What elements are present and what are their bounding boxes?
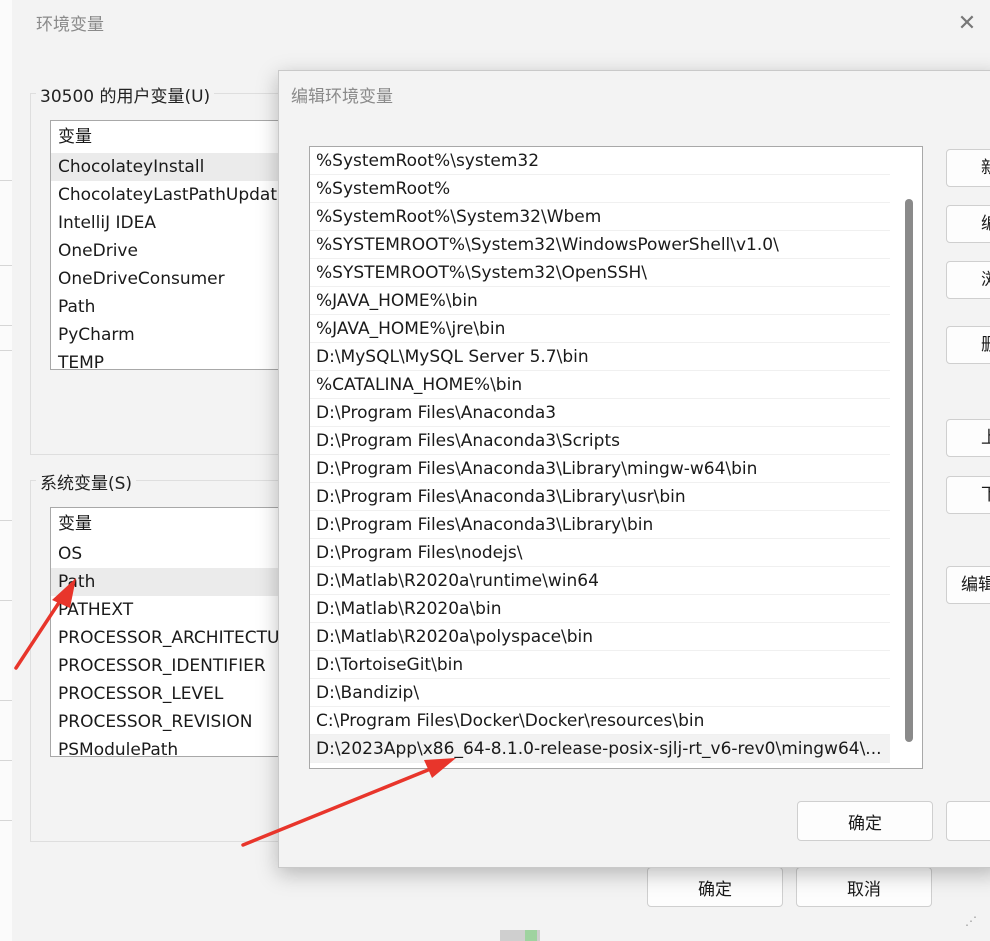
path-entry[interactable]: D:\Program Files\Anaconda3\Scripts [310, 427, 890, 455]
edit-button[interactable]: 编 [946, 205, 990, 243]
user-variable-row[interactable]: PyCharm [51, 321, 311, 349]
path-entry[interactable]: D:\Program Files\Anaconda3 [310, 399, 890, 427]
path-list-scrollbar[interactable] [901, 147, 921, 767]
env-dialog-title: 环境变量 [36, 15, 104, 35]
system-variable-row[interactable]: PROCESSOR_ARCHITECTU [51, 624, 311, 652]
user-variable-row[interactable]: TEMP [51, 349, 311, 369]
edit-ok-button[interactable]: 确定 [797, 801, 933, 841]
edit-dialog-title: 编辑环境变量 [291, 87, 393, 107]
user-variable-row[interactable]: ChocolateyInstall [51, 153, 311, 181]
path-entry[interactable]: D:\Matlab\R2020a\runtime\win64 [310, 567, 890, 595]
user-variables-list[interactable]: 变量 ChocolateyInstall ChocolateyLastPathUp… [50, 120, 312, 370]
scrollbar-thumb[interactable] [905, 199, 913, 742]
delete-button[interactable]: 删 [946, 326, 990, 364]
path-entry[interactable]: %SystemRoot%\System32\Wbem [310, 203, 890, 231]
path-entry[interactable]: D:\Matlab\R2020a\polyspace\bin [310, 623, 890, 651]
path-entry[interactable]: D:\Program Files\nodejs\ [310, 539, 890, 567]
system-variable-row[interactable]: PROCESSOR_IDENTIFIER [51, 652, 311, 680]
system-variable-row[interactable]: OS [51, 540, 311, 568]
path-entry[interactable]: D:\TortoiseGit\bin [310, 651, 890, 679]
taskbar-indicator [525, 930, 537, 941]
system-variables-list[interactable]: 变量 OS Path PATHEXT PROCESSOR_ARCHITECTU PROC… [50, 507, 312, 757]
path-entry[interactable]: %SystemRoot%\system32 [310, 147, 890, 175]
system-variable-row[interactable]: PATHEXT [51, 596, 311, 624]
path-entry[interactable]: %SystemRoot% [310, 175, 890, 203]
system-variables-label: 系统变量(S) [36, 469, 137, 494]
system-variables-header[interactable]: 变量 [51, 508, 311, 540]
system-variable-row[interactable]: PROCESSOR_REVISION [51, 708, 311, 736]
path-entry[interactable]: %CATALINA_HOME%\bin [310, 371, 890, 399]
user-variables-label: 30500 的用户变量(U) [36, 82, 215, 107]
path-entry[interactable]: D:\Program Files\Anaconda3\Library\bin [310, 511, 890, 539]
path-entries-list[interactable]: %SystemRoot%\system32 %SystemRoot% %System… [309, 146, 923, 769]
path-entry[interactable]: %JAVA_HOME%\jre\bin [310, 315, 890, 343]
path-entry[interactable]: C:\Program Files\Docker\Docker\resources… [310, 707, 890, 735]
move-down-button[interactable]: 下 [946, 476, 990, 514]
path-entry[interactable]: D:\Bandizip\ [310, 679, 890, 707]
user-variable-row[interactable]: OneDrive [51, 237, 311, 265]
edit-environment-variable-dialog: 编辑环境变量 %SystemRoot%\system32 %SystemRoot%… [278, 70, 990, 868]
path-entry[interactable]: D:\Program Files\Anaconda3\Library\mingw… [310, 455, 890, 483]
path-entry[interactable]: D:\Matlab\R2020a\bin [310, 595, 890, 623]
resize-grip-icon[interactable]: ⋰ [965, 915, 983, 936]
user-variable-row[interactable]: IntelliJ IDEA [51, 209, 311, 237]
path-entry[interactable]: D:\2023App\x86_64-8.1.0-release-posix-sj… [310, 735, 890, 763]
path-entry[interactable]: %JAVA_HOME%\bin [310, 287, 890, 315]
path-entry[interactable]: D:\Program Files\Anaconda3\Library\usr\b… [310, 483, 890, 511]
user-variable-row[interactable]: ChocolateyLastPathUpdat [51, 181, 311, 209]
system-variable-row[interactable]: PROCESSOR_LEVEL [51, 680, 311, 708]
path-entry[interactable]: %SYSTEMROOT%\System32\WindowsPowerShell\… [310, 231, 890, 259]
edit-text-button[interactable]: 编辑 [946, 566, 990, 604]
env-cancel-button[interactable]: 取消 [796, 867, 932, 907]
path-entry[interactable]: %SYSTEMROOT%\System32\OpenSSH\ [310, 259, 890, 287]
system-variable-row[interactable]: PSModulePath [51, 736, 311, 756]
move-up-button[interactable]: 上 [946, 419, 990, 457]
path-entry[interactable]: D:\MySQL\MySQL Server 5.7\bin [310, 343, 890, 371]
env-ok-button[interactable]: 确定 [647, 867, 783, 907]
user-variable-row[interactable]: Path [51, 293, 311, 321]
browse-button[interactable]: 浏 [946, 261, 990, 299]
user-variables-header[interactable]: 变量 [51, 121, 311, 153]
user-variable-row[interactable]: OneDriveConsumer [51, 265, 311, 293]
edit-cancel-button[interactable] [946, 801, 990, 841]
close-icon[interactable]: ✕ [952, 8, 982, 38]
new-button[interactable]: 新 [946, 149, 990, 187]
system-variable-row[interactable]: Path [51, 568, 311, 596]
